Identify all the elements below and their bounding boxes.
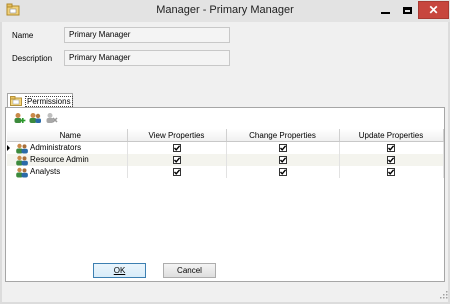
description-label: Description (12, 54, 53, 63)
permissions-panel: Name View Properties Change Properties U… (5, 107, 445, 282)
change-properties-cell (226, 166, 340, 178)
update-properties-checkbox[interactable] (387, 168, 395, 177)
table-row[interactable]: Administrators (7, 141, 444, 155)
ok-button[interactable]: OK (93, 263, 146, 278)
name-cell[interactable]: Administrators (14, 141, 128, 154)
row-name: Resource Admin (30, 155, 89, 164)
row-name: Analysts (30, 167, 61, 176)
change-properties-cell (226, 154, 340, 166)
add-user-icon[interactable] (12, 112, 26, 124)
close-button[interactable]: ✕ (418, 1, 449, 19)
title-bar[interactable]: Manager - Primary Manager ✕ (0, 0, 450, 22)
view-properties-cell (127, 141, 227, 154)
permissions-grid: Name View Properties Change Properties U… (7, 129, 444, 178)
user-group-icon (15, 167, 29, 180)
maximize-button[interactable] (396, 1, 418, 19)
edit-user-icon[interactable] (28, 112, 42, 124)
change-properties-checkbox[interactable] (278, 156, 287, 165)
name-cell[interactable]: Analysts (14, 166, 128, 180)
tab-permissions[interactable]: Permissions (7, 93, 73, 108)
manager-dialog: Manager - Primary Manager ✕ Name Primary… (0, 0, 450, 304)
row-header[interactable] (7, 142, 14, 155)
view-properties-checkbox[interactable] (172, 156, 181, 165)
row-header[interactable] (7, 154, 14, 166)
column-header-name[interactable]: Name (14, 129, 128, 142)
update-properties-cell (339, 166, 444, 178)
column-header-change-properties[interactable]: Change Properties (226, 129, 340, 142)
description-field[interactable]: Primary Manager (64, 50, 230, 66)
change-properties-checkbox[interactable] (278, 144, 287, 153)
view-properties-cell (127, 154, 227, 166)
view-properties-checkbox[interactable] (172, 144, 181, 153)
column-header-update-properties[interactable]: Update Properties (339, 129, 444, 142)
ok-button-label: OK (113, 266, 126, 275)
update-properties-checkbox[interactable] (387, 156, 395, 165)
minimize-icon (380, 12, 390, 14)
name-label: Name (12, 31, 34, 40)
minimize-button[interactable] (374, 1, 396, 19)
dialog-body: Name Primary Manager Description Primary… (2, 22, 448, 302)
delete-user-icon[interactable] (44, 112, 58, 124)
row-header-corner (7, 129, 14, 142)
close-icon: ✕ (428, 3, 439, 17)
view-properties-cell (127, 166, 227, 178)
folder-icon (10, 96, 22, 106)
name-cell[interactable]: Resource Admin (14, 154, 128, 166)
change-properties-checkbox[interactable] (278, 168, 287, 177)
update-properties-cell (339, 154, 444, 166)
current-row-indicator-icon (7, 144, 10, 151)
row-name: Administrators (30, 143, 82, 152)
cancel-button-label: Cancel (177, 266, 202, 275)
maximize-icon (402, 6, 412, 14)
tab-permissions-label: Permissions (25, 96, 73, 107)
change-properties-cell (226, 141, 340, 154)
row-header[interactable] (7, 166, 14, 178)
resize-grip-icon[interactable] (439, 290, 448, 299)
cancel-button[interactable]: Cancel (163, 263, 216, 278)
update-properties-checkbox[interactable] (387, 144, 395, 153)
column-header-view-properties[interactable]: View Properties (127, 129, 227, 142)
table-row[interactable]: Resource Admin (7, 154, 444, 166)
name-field[interactable]: Primary Manager (64, 27, 230, 43)
grid-header-row: Name View Properties Change Properties U… (7, 129, 444, 142)
update-properties-cell (339, 141, 444, 154)
table-row[interactable]: Analysts (7, 166, 444, 180)
view-properties-checkbox[interactable] (172, 168, 181, 177)
